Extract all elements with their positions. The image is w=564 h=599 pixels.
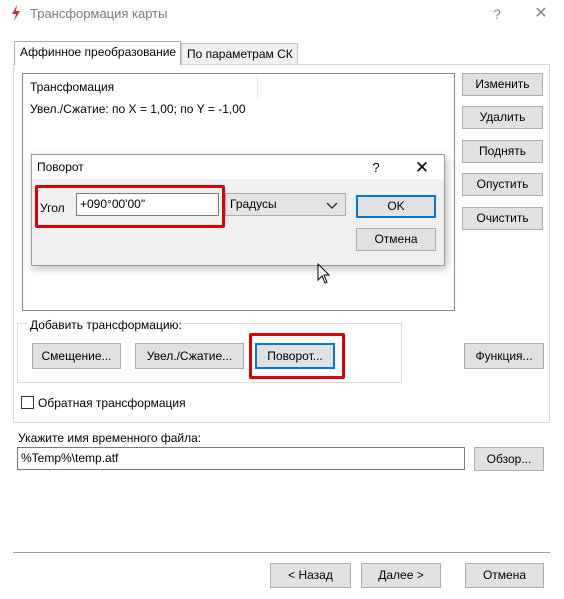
inverse-checkbox-label[interactable]: Обратная трансформация: [38, 396, 186, 410]
move-up-button[interactable]: Поднять: [462, 140, 543, 163]
move-down-button-label: Опустить: [476, 177, 529, 191]
clear-button[interactable]: Очистить: [462, 207, 543, 230]
edit-button[interactable]: Изменить: [462, 73, 543, 96]
mouse-cursor-icon: [317, 263, 331, 284]
dialog-cancel-button-label: Отмена: [374, 232, 418, 246]
angle-input[interactable]: +090°00'00": [76, 193, 219, 216]
next-button-label: Далее >: [378, 568, 424, 582]
rotate-dialog-title: Поворот: [37, 160, 84, 174]
temp-file-label: Укажите имя временного файла:: [18, 431, 202, 445]
next-button[interactable]: Далее >: [361, 563, 441, 588]
cancel-button[interactable]: Отмена: [465, 563, 544, 588]
browse-button[interactable]: Обзор...: [474, 447, 544, 471]
scale-button-label: Увел./Сжатие...: [146, 349, 233, 363]
function-button[interactable]: Функция...: [464, 343, 544, 369]
shift-button[interactable]: Смещение...: [32, 343, 121, 369]
clear-button-label: Очистить: [476, 211, 529, 225]
unit-select-value: Градусы: [230, 197, 277, 211]
footer-separator: [13, 552, 550, 553]
rotate-dialog-help-button[interactable]: ?: [366, 158, 386, 178]
rotate-button-label: Поворот...: [267, 349, 323, 363]
edit-button-label: Изменить: [475, 77, 530, 91]
back-button-label: < Назад: [288, 568, 333, 582]
list-item[interactable]: Увел./Сжатие: по X = 1,00; по Y = -1,00: [30, 102, 246, 116]
delete-button-label: Удалить: [479, 110, 526, 124]
temp-file-input[interactable]: %Temp%\temp.atf: [17, 447, 465, 470]
inverse-checkbox[interactable]: [21, 396, 34, 409]
unit-select[interactable]: Градусы: [225, 193, 346, 216]
angle-label: Угол: [40, 201, 65, 215]
scale-button[interactable]: Увел./Сжатие...: [135, 343, 244, 369]
app-icon: [12, 5, 20, 21]
back-button[interactable]: < Назад: [270, 563, 351, 588]
delete-button[interactable]: Удалить: [462, 106, 543, 129]
function-button-label: Функция...: [475, 349, 533, 363]
ok-button-label: OK: [387, 199, 405, 213]
rotate-dialog: Поворот ? ✕ Угол +090°00'00" Градусы OK …: [31, 154, 445, 266]
move-down-button[interactable]: Опустить: [462, 173, 543, 196]
help-button[interactable]: ?: [486, 4, 508, 24]
window-title: Трансформация карты: [30, 6, 168, 21]
rotate-dialog-close-button[interactable]: ✕: [408, 157, 436, 179]
ok-button[interactable]: OK: [356, 195, 436, 218]
rotate-button[interactable]: Поворот...: [255, 343, 335, 369]
chevron-down-icon: [326, 202, 338, 209]
shift-button-label: Смещение...: [41, 349, 112, 363]
group-label: Добавить трансформацию:: [28, 318, 184, 332]
move-up-button-label: Поднять: [479, 144, 526, 158]
tab-cs-params[interactable]: По параметрам СК: [181, 43, 298, 65]
list-header-separator: [257, 76, 258, 98]
tab-affine[interactable]: Аффинное преобразование: [14, 41, 181, 65]
dialog-cancel-button[interactable]: Отмена: [356, 228, 436, 251]
close-button[interactable]: ✕: [529, 4, 553, 24]
rotate-dialog-body: Угол +090°00'00" Градусы OK Отмена: [32, 179, 444, 265]
browse-button-label: Обзор...: [486, 452, 532, 466]
cancel-button-label: Отмена: [482, 568, 527, 582]
list-header: Трансфомация: [30, 80, 115, 94]
